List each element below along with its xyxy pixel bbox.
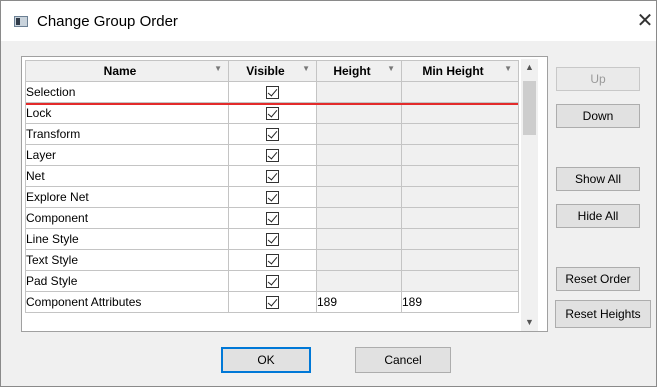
table-row[interactable]: Component [25,207,519,229]
height-cell[interactable] [316,228,402,250]
table-row[interactable]: Net [25,165,519,187]
height-cell[interactable] [316,270,402,292]
visible-checkbox[interactable] [266,149,279,163]
row-name[interactable]: Component Attributes [25,291,229,313]
table-row[interactable]: Transform [25,123,519,145]
column-header-min-height[interactable]: Min Height ▼ [401,60,519,82]
min-height-cell[interactable] [401,102,519,124]
down-button[interactable]: Down [556,104,640,128]
reset-heights-button[interactable]: Reset Heights [555,300,651,328]
table-row[interactable]: Lock [25,102,519,124]
visible-cell [228,123,317,145]
table-row[interactable]: Selection [25,81,519,103]
visible-checkbox[interactable] [266,128,279,142]
title-bar: Change Group Order ✕ [1,1,656,41]
row-name[interactable]: Layer [25,144,229,166]
visible-cell [228,186,317,208]
row-name[interactable]: Selection [25,81,229,103]
visible-cell [228,207,317,229]
table-row[interactable]: Line Style [25,228,519,250]
group-order-grid[interactable]: Name ▼ Visible ▼ Height ▼ Min Height ▼ Selec… [21,56,548,332]
row-name[interactable]: Component [25,207,229,229]
visible-cell [228,249,317,271]
height-cell[interactable] [316,123,402,145]
height-cell[interactable] [316,186,402,208]
row-name[interactable]: Pad Style [25,270,229,292]
column-header-label: Name [103,64,137,78]
visible-checkbox[interactable] [266,86,279,100]
group-table: Name ▼ Visible ▼ Height ▼ Min Height ▼ Selec… [25,60,519,313]
header-row: Name ▼ Visible ▼ Height ▼ Min Height ▼ [25,60,519,82]
visible-checkbox[interactable] [266,107,279,121]
up-button[interactable]: Up [556,67,640,91]
min-height-cell[interactable] [401,144,519,166]
height-cell[interactable] [316,81,402,103]
hide-all-button[interactable]: Hide All [556,204,640,228]
table-row[interactable]: Layer [25,144,519,166]
scroll-thumb[interactable] [523,81,536,135]
table-row[interactable]: Component Attributes 189 189 [25,291,519,313]
table-row[interactable]: Explore Net [25,186,519,208]
height-cell[interactable] [316,249,402,271]
column-header-visible[interactable]: Visible ▼ [228,60,317,82]
cancel-button[interactable]: Cancel [355,347,451,373]
vertical-scrollbar[interactable]: ▲ ▼ [521,59,538,331]
height-cell[interactable] [316,102,402,124]
scroll-up-icon[interactable]: ▲ [521,59,538,76]
min-height-cell[interactable]: 189 [401,291,519,313]
column-header-height[interactable]: Height ▼ [316,60,402,82]
scroll-down-icon[interactable]: ▼ [521,314,538,331]
visible-cell [228,291,317,313]
visible-checkbox[interactable] [266,212,279,226]
filter-dropdown-icon[interactable]: ▼ [214,64,222,73]
min-height-cell[interactable] [401,270,519,292]
column-header-label: Height [333,64,371,78]
visible-cell [228,228,317,250]
row-name[interactable]: Line Style [25,228,229,250]
show-all-button[interactable]: Show All [556,167,640,191]
visible-checkbox[interactable] [266,233,279,247]
filter-dropdown-icon[interactable]: ▼ [302,64,310,73]
drop-indicator-line [26,103,518,105]
min-height-cell[interactable] [401,249,519,271]
dialog-title: Change Group Order [37,13,178,30]
min-height-cell[interactable] [401,123,519,145]
height-cell[interactable] [316,144,402,166]
visible-checkbox[interactable] [266,296,279,310]
visible-checkbox[interactable] [266,191,279,205]
row-name[interactable]: Explore Net [25,186,229,208]
visible-checkbox[interactable] [266,254,279,268]
row-name[interactable]: Text Style [25,249,229,271]
reset-order-button[interactable]: Reset Order [556,267,640,291]
visible-cell [228,144,317,166]
ok-button[interactable]: OK [221,347,311,373]
height-cell[interactable]: 189 [316,291,402,313]
visible-cell [228,102,317,124]
min-height-cell[interactable] [401,186,519,208]
column-header-name[interactable]: Name ▼ [25,60,229,82]
row-name[interactable]: Lock [25,102,229,124]
filter-dropdown-icon[interactable]: ▼ [504,64,512,73]
visible-cell [228,270,317,292]
table-row[interactable]: Pad Style [25,270,519,292]
min-height-cell[interactable] [401,81,519,103]
visible-checkbox[interactable] [266,170,279,184]
visible-cell [228,165,317,187]
column-header-label: Visible [246,64,285,78]
dialog-window: Change Group Order ✕ Name ▼ Visible ▼ Heig… [0,0,657,387]
min-height-cell[interactable] [401,165,519,187]
filter-dropdown-icon[interactable]: ▼ [387,64,395,73]
column-header-label: Min Height [422,64,484,78]
height-cell[interactable] [316,165,402,187]
visible-cell [228,81,317,103]
min-height-cell[interactable] [401,207,519,229]
visible-checkbox[interactable] [266,275,279,289]
row-name[interactable]: Net [25,165,229,187]
min-height-cell[interactable] [401,228,519,250]
close-icon[interactable]: ✕ [634,9,656,31]
height-cell[interactable] [316,207,402,229]
window-icon [14,16,28,27]
table-row[interactable]: Text Style [25,249,519,271]
row-name[interactable]: Transform [25,123,229,145]
